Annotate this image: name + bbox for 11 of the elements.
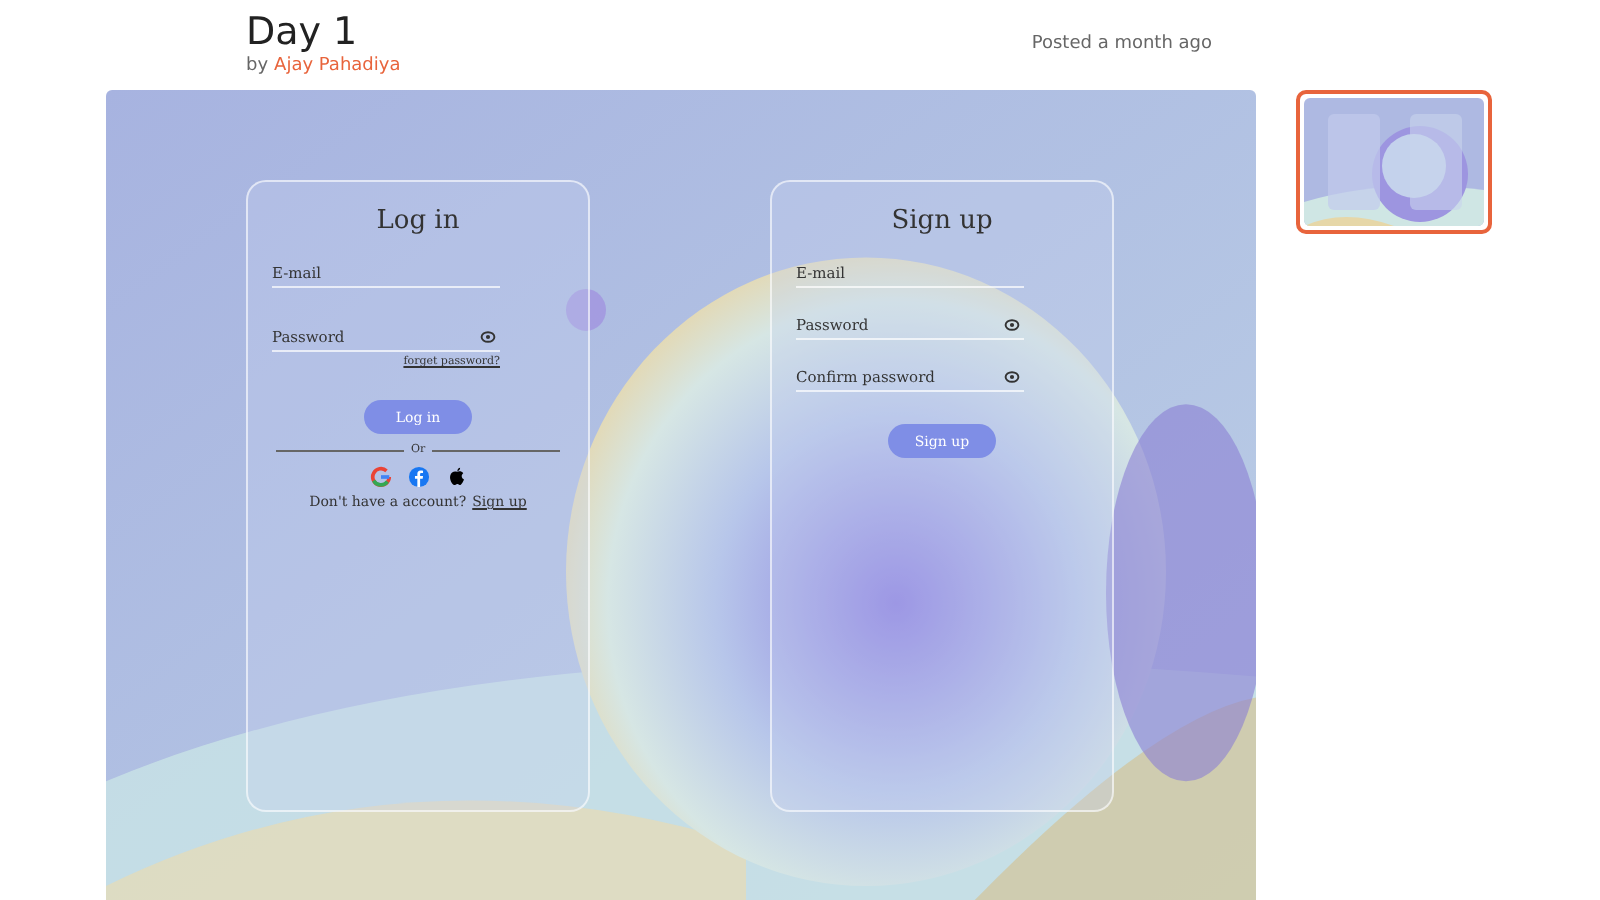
card-title: Sign up — [891, 206, 993, 236]
card-title: Log in — [376, 206, 460, 236]
eye-icon[interactable] — [480, 330, 496, 344]
eye-icon[interactable] — [1004, 318, 1020, 332]
byline-text: by — [246, 56, 269, 76]
posted-time: Posted a month ago — [1031, 34, 1212, 54]
author-link[interactable]: Ajay Pahadiya — [274, 56, 401, 76]
post-title: Day 1 — [246, 8, 360, 56]
eye-icon[interactable] — [1004, 370, 1020, 384]
facebook-icon[interactable] — [407, 466, 429, 488]
apple-icon[interactable] — [445, 466, 467, 488]
